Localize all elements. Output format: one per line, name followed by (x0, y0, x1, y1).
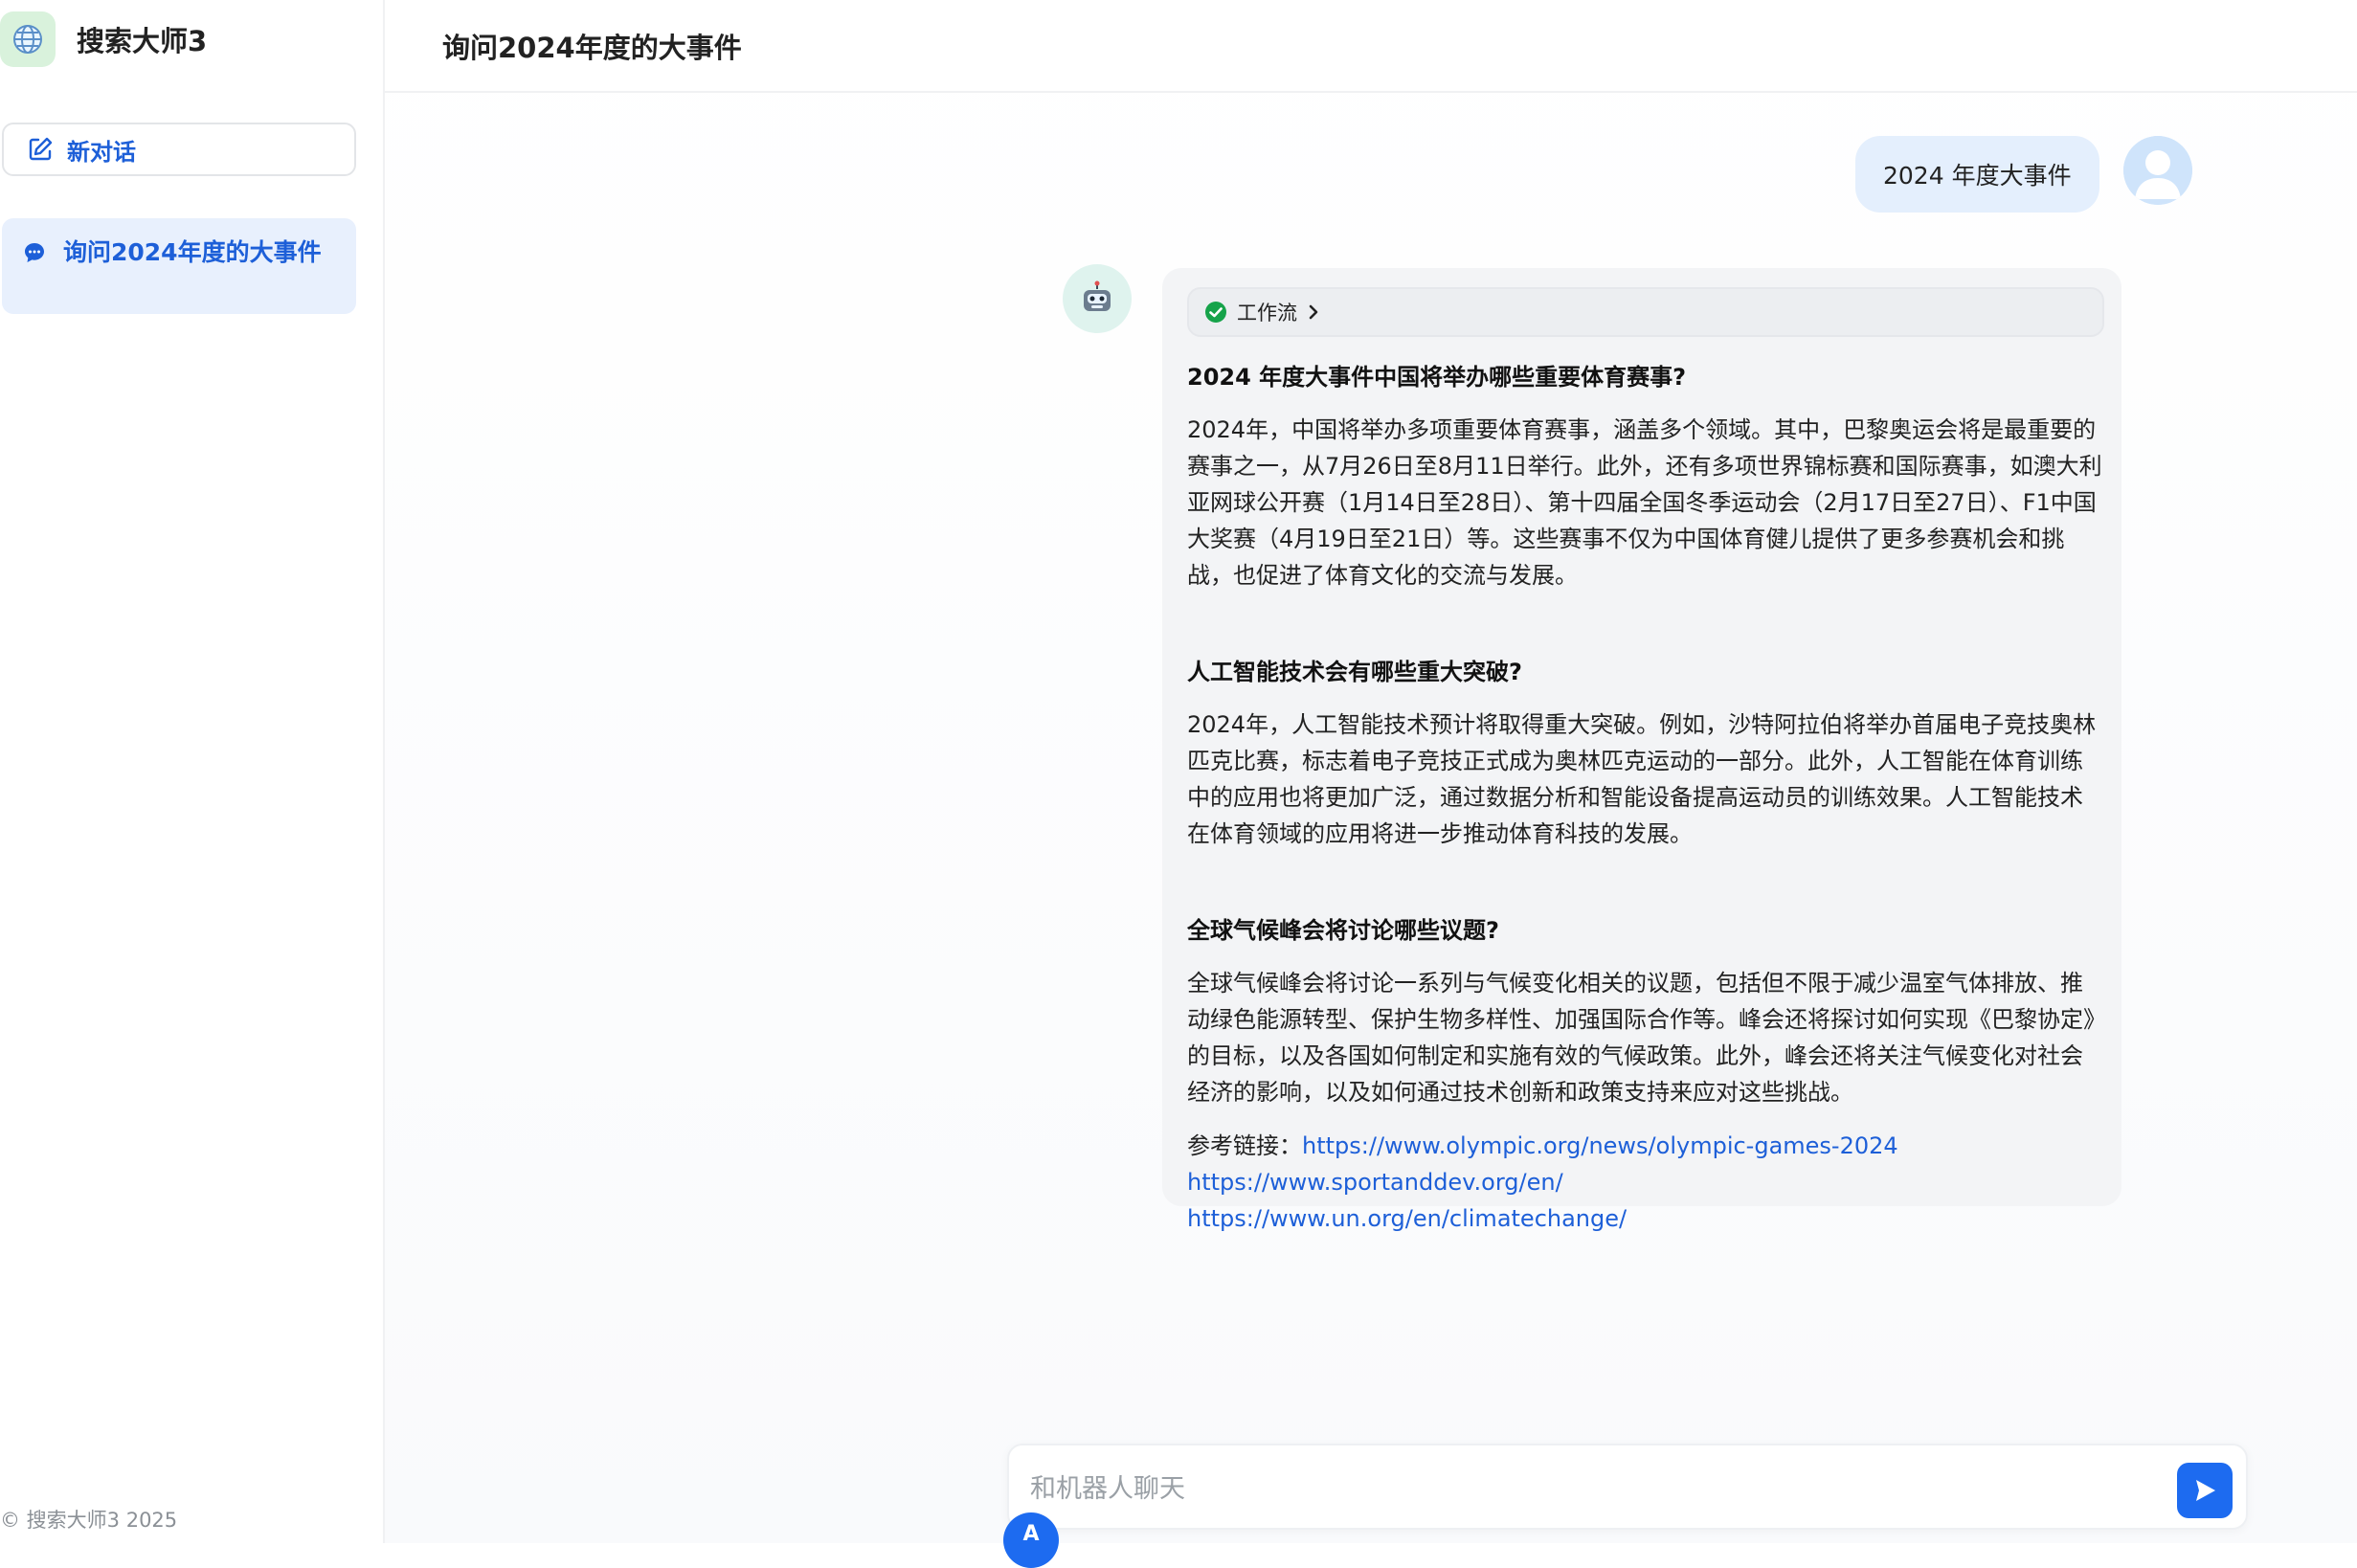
assistant-message: 工作流 2024 年度大事件中国将举办哪些重要体育赛事? 2024年，中国将举办… (1162, 268, 2121, 1232)
assistant-badge[interactable]: A (1003, 1512, 1059, 1568)
answer-heading-ai: 人工智能技术会有哪些重大突破? (1187, 659, 1522, 685)
user-avatar-icon (2123, 136, 2192, 205)
sidebar-item-conversation[interactable]: 询问2024年度的大事件 (2, 218, 356, 314)
new-chat-button[interactable]: 新对话 (2, 123, 356, 176)
edit-icon (29, 137, 53, 161)
brand-title: 搜索大师3 (77, 25, 208, 57)
header: 询问2024年度的大事件 (385, 0, 2357, 93)
page-title: 询问2024年度的大事件 (442, 31, 742, 64)
answer-heading-climate: 全球气候峰会将讨论哪些议题? (1187, 917, 1499, 944)
footer-copyright: © 搜索大师3 2025 (0, 1509, 178, 1532)
user-message-bubble: 2024 年度大事件 (1855, 136, 2099, 213)
answer-paragraph-ai: 2024年，人工智能技术预计将取得重大突破。例如，沙特阿拉伯将举办首届电子竞技奥… (1187, 711, 2097, 847)
answer-paragraph-sports: 2024年，中国将举办多项重要体育赛事，涵盖多个领域。其中，巴黎奥运会将是最重要… (1187, 416, 2102, 589)
answer-heading-sports: 2024 年度大事件中国将举办哪些重要体育赛事? (1187, 364, 1687, 391)
chat-bubble-icon (25, 243, 44, 262)
send-button[interactable] (2177, 1463, 2233, 1518)
reference-link-sportanddev[interactable]: https://www.sportanddev.org/en/ (1187, 1169, 1563, 1196)
globe-icon (0, 11, 56, 67)
new-chat-label: 新对话 (67, 138, 136, 166)
reference-links: 参考链接：https://www.olympic.org/news/olympi… (1187, 1128, 2104, 1237)
send-icon (2196, 1480, 2215, 1501)
workflow-label: 工作流 (1237, 302, 1297, 325)
conversation-label: 询问2024年度的大事件 (63, 238, 322, 266)
brand: 搜索大师3 (0, 11, 207, 67)
robot-icon (1063, 264, 1132, 333)
sidebar: 搜索大师3 新对话 询问2024年度的大事件 © 搜索大师3 2025 (0, 0, 385, 1543)
reference-link-olympic[interactable]: https://www.olympic.org/news/olympic-gam… (1302, 1132, 1898, 1159)
chevron-right-icon (1309, 304, 1318, 320)
chat-input[interactable] (1028, 1465, 2133, 1512)
answer-paragraph-climate: 全球气候峰会将讨论一系列与气候变化相关的议题，包括但不限于减少温室气体排放、推动… (1187, 970, 2095, 1106)
workflow-toggle[interactable]: 工作流 (1187, 287, 2104, 337)
chat-composer (1007, 1444, 2248, 1530)
reference-label: 参考链接： (1187, 1132, 1302, 1159)
check-circle-icon (1205, 302, 1226, 323)
reference-link-un-climate[interactable]: https://www.un.org/en/climatechange/ (1187, 1205, 1627, 1232)
